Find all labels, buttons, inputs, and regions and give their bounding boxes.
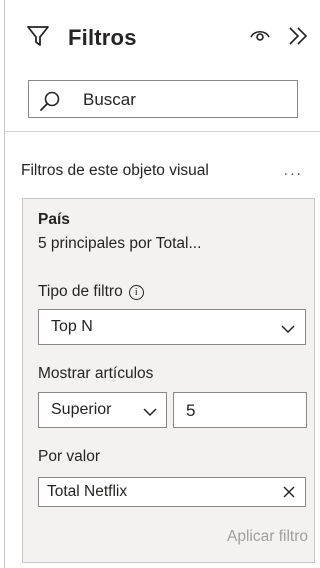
chevron-down-icon [281, 325, 295, 334]
info-icon[interactable]: i [128, 285, 144, 300]
show-items-direction-dropdown[interactable]: Superior [38, 392, 167, 428]
show-items-direction-value: Superior [51, 401, 112, 418]
eye-icon[interactable] [249, 26, 271, 44]
filter-field-name: País [38, 211, 70, 228]
filter-type-label-text: Tipo de filtro [38, 283, 123, 300]
show-items-count-value: 5 [186, 401, 196, 420]
filter-type-value: Top N [51, 318, 93, 335]
search-icon [40, 91, 60, 111]
visual-filters-section: Filtros de este objeto visual ... [21, 162, 311, 180]
by-value-label: Por valor [38, 448, 101, 465]
show-items-count-input[interactable]: 5 [173, 392, 307, 428]
chevron-down-icon [143, 408, 157, 417]
section-title: Filtros de este objeto visual [21, 162, 209, 179]
divider [4, 131, 320, 132]
search-input[interactable]: Buscar [28, 80, 298, 118]
pane-left-border [4, 0, 5, 568]
pane-title: Filtros [68, 25, 137, 50]
filter-icon [27, 26, 49, 46]
search-placeholder: Buscar [83, 90, 136, 109]
filter-type-dropdown[interactable]: Top N [38, 309, 306, 345]
filters-header: Filtros [24, 18, 310, 58]
filter-summary: 5 principales por Total... [38, 235, 202, 252]
filter-type-label: Tipo de filtro i [38, 283, 144, 301]
apply-filter-button[interactable]: Aplicar filtro [227, 528, 308, 546]
show-items-label: Mostrar artículos [38, 365, 154, 382]
by-value-field: Total Netflix [47, 483, 128, 500]
collapse-icon[interactable] [286, 24, 310, 48]
close-icon[interactable] [283, 486, 295, 498]
more-icon[interactable]: ... [284, 162, 303, 180]
by-value-field-well[interactable]: Total Netflix [38, 477, 306, 507]
filter-card[interactable]: País 5 principales por Total... Tipo de … [22, 198, 315, 563]
